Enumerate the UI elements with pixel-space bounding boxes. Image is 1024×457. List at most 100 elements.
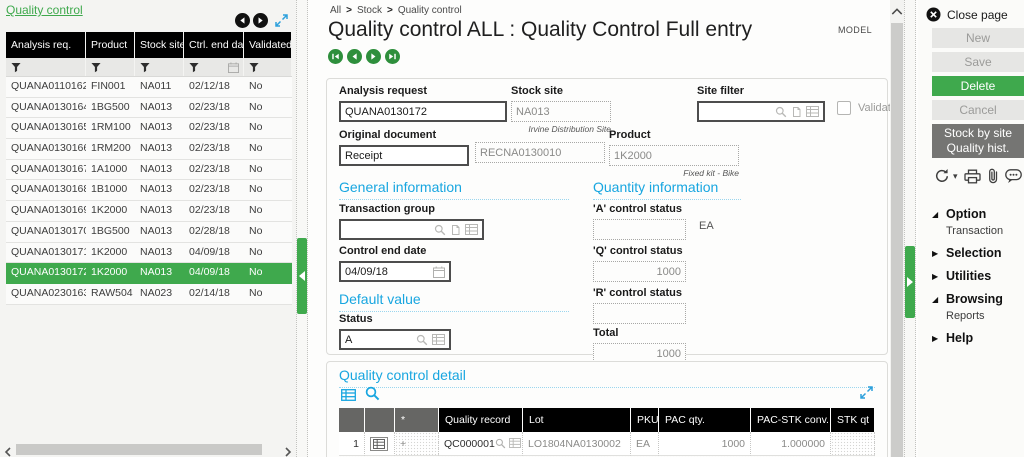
comments-button[interactable] bbox=[1004, 168, 1022, 184]
attachments-button[interactable] bbox=[987, 168, 999, 184]
lookup-table-icon[interactable] bbox=[806, 106, 819, 117]
list-horizontal-scrollbar[interactable] bbox=[0, 443, 296, 457]
menu-selection[interactable]: ▶ Selection bbox=[932, 246, 1024, 260]
search-icon[interactable] bbox=[434, 224, 446, 236]
previous-record-button[interactable] bbox=[347, 49, 362, 64]
scroll-up-icon[interactable] bbox=[890, 3, 904, 21]
right-splitter-handle[interactable] bbox=[905, 246, 915, 318]
validated-checkbox[interactable] bbox=[837, 101, 851, 115]
refresh-button[interactable] bbox=[934, 168, 950, 184]
expand-list-button[interactable] bbox=[275, 14, 288, 27]
original-document-input[interactable]: Receipt bbox=[339, 145, 469, 166]
grid-column-header[interactable]: * bbox=[395, 408, 439, 432]
breadcrumb-stock[interactable]: Stock bbox=[357, 5, 382, 16]
quality-record-cell[interactable]: QC000001 bbox=[439, 432, 523, 456]
cancel-button[interactable]: Cancel bbox=[932, 100, 1024, 120]
grid-search-button[interactable] bbox=[365, 386, 380, 406]
grid-column-header[interactable]: STK qt bbox=[831, 408, 875, 432]
jump-icon[interactable] bbox=[791, 106, 802, 118]
grid-column-header[interactable]: PAC-STK conv. bbox=[751, 408, 831, 432]
scrollbar-thumb[interactable] bbox=[16, 444, 262, 455]
detail-card: Quality control detail * Quality record Lo… bbox=[326, 361, 888, 457]
transaction-group-input[interactable] bbox=[339, 219, 484, 240]
menu-utilities[interactable]: ▶ Utilities bbox=[932, 269, 1024, 283]
menu-browsing[interactable]: ◢ Browsing bbox=[932, 292, 1024, 306]
row-detail-button[interactable] bbox=[365, 432, 395, 456]
grid-view-button[interactable] bbox=[341, 388, 356, 406]
delete-button[interactable]: Delete bbox=[932, 76, 1024, 96]
grid-column-header[interactable]: Lot bbox=[523, 408, 631, 432]
status-input[interactable]: A bbox=[339, 329, 451, 350]
grid-column-header[interactable] bbox=[365, 408, 395, 432]
jump-icon[interactable] bbox=[450, 224, 461, 236]
list-row[interactable]: QUANA0130172 1K2000 NA013 04/09/18 No bbox=[6, 263, 292, 284]
column-header[interactable]: Stock site bbox=[135, 32, 184, 58]
column-header[interactable]: Product bbox=[86, 32, 135, 58]
search-icon[interactable] bbox=[775, 106, 787, 118]
grid-expand-button[interactable] bbox=[860, 386, 873, 404]
grid-column-header[interactable] bbox=[339, 408, 365, 432]
site-filter-input[interactable] bbox=[697, 101, 825, 122]
filter-cell[interactable] bbox=[86, 58, 135, 76]
filter-cell[interactable] bbox=[184, 58, 244, 76]
page-next-button[interactable] bbox=[253, 13, 268, 28]
filter-cell[interactable] bbox=[244, 58, 292, 76]
list-row[interactable]: QUANA0230163 RAW504 NA023 02/14/18 No bbox=[6, 283, 292, 305]
list-row[interactable]: QUANA0130164 1BG500 NA013 02/23/18 No bbox=[6, 97, 292, 119]
list-row[interactable]: QUANA0130165 1RM100 NA013 02/23/18 No bbox=[6, 118, 292, 140]
column-header[interactable]: Validated bbox=[244, 32, 292, 58]
q-control-status-value: 1000 bbox=[656, 265, 681, 278]
calendar-icon[interactable] bbox=[433, 266, 445, 278]
menu-option[interactable]: ◢ Option bbox=[932, 207, 1024, 221]
grid-column-header[interactable]: PAC qty. bbox=[659, 408, 751, 432]
quality-control-link[interactable]: Quality control bbox=[6, 3, 83, 17]
list-cell: NA013 bbox=[140, 266, 173, 279]
close-page-button[interactable]: Close page bbox=[926, 7, 1008, 22]
save-button[interactable]: Save bbox=[932, 52, 1024, 72]
scroll-left-icon[interactable] bbox=[4, 444, 12, 457]
main-vertical-scrollbar[interactable] bbox=[890, 0, 904, 457]
filter-cell[interactable] bbox=[6, 58, 86, 76]
lookup-table-icon[interactable] bbox=[465, 224, 478, 235]
column-header[interactable]: Ctrl. end date bbox=[184, 32, 244, 58]
submenu-transaction[interactable]: Transaction bbox=[946, 225, 1024, 237]
control-end-date-input[interactable]: 04/09/18 bbox=[339, 261, 451, 282]
list-row[interactable]: QUANA0110162 FIN001 NA011 02/12/18 No bbox=[6, 77, 292, 98]
print-button[interactable] bbox=[963, 169, 981, 184]
list-row[interactable]: QUANA0130169 1K2000 NA013 02/23/18 No bbox=[6, 201, 292, 222]
submenu-reports[interactable]: Reports bbox=[946, 310, 1024, 322]
last-record-button[interactable] bbox=[385, 49, 400, 64]
refresh-dropdown-icon[interactable]: ▾ bbox=[953, 171, 958, 182]
list-row[interactable]: QUANA0130167 1A1000 NA013 02/23/18 No bbox=[6, 159, 292, 181]
lookup-table-icon[interactable] bbox=[432, 334, 445, 345]
stock-site-value: NA013 bbox=[516, 105, 550, 118]
next-record-button[interactable] bbox=[366, 49, 381, 64]
analysis-request-input[interactable]: QUANA0130172 bbox=[339, 101, 507, 122]
menu-help[interactable]: ▶ Help bbox=[932, 331, 1024, 345]
new-button[interactable]: New bbox=[932, 28, 1024, 48]
filter-cell[interactable] bbox=[135, 58, 184, 76]
collapsed-triangle-icon: ▶ bbox=[932, 333, 939, 343]
list-cell: 02/23/18 bbox=[189, 183, 230, 196]
grid-row[interactable]: 1 + QC000001 LO1804NA0130002 EA 1000 1.000000 bbox=[339, 432, 875, 456]
page-prev-button[interactable] bbox=[235, 13, 250, 28]
breadcrumb-quality-control[interactable]: Quality control bbox=[398, 5, 462, 16]
stock-by-site-quality-hist-button[interactable]: Stock by site Quality hist. bbox=[932, 124, 1024, 158]
search-icon[interactable] bbox=[495, 438, 506, 449]
first-record-button[interactable] bbox=[328, 49, 343, 64]
lookup-table-icon[interactable] bbox=[508, 438, 521, 448]
grid-column-header[interactable]: Quality record bbox=[439, 408, 523, 432]
list-row[interactable]: QUANA0130170 1BG500 NA013 02/28/18 No bbox=[6, 221, 292, 243]
column-header[interactable]: Analysis req. bbox=[6, 32, 86, 58]
scroll-right-icon[interactable] bbox=[284, 444, 292, 457]
list-row[interactable]: QUANA0130171 1K2000 NA013 04/09/18 No bbox=[6, 242, 292, 264]
search-icon[interactable] bbox=[416, 334, 428, 346]
left-splitter[interactable] bbox=[296, 0, 308, 457]
grid-column-header[interactable]: PKU bbox=[631, 408, 659, 432]
list-row[interactable]: QUANA0130166 1RM200 NA013 02/23/18 No bbox=[6, 139, 292, 160]
breadcrumb-all[interactable]: All bbox=[330, 5, 341, 16]
left-splitter-handle[interactable] bbox=[297, 238, 307, 314]
scrollbar-thumb[interactable] bbox=[891, 23, 903, 457]
list-row[interactable]: QUANA0130168 1B1000 NA013 02/23/18 No bbox=[6, 180, 292, 202]
right-splitter[interactable] bbox=[904, 0, 916, 457]
